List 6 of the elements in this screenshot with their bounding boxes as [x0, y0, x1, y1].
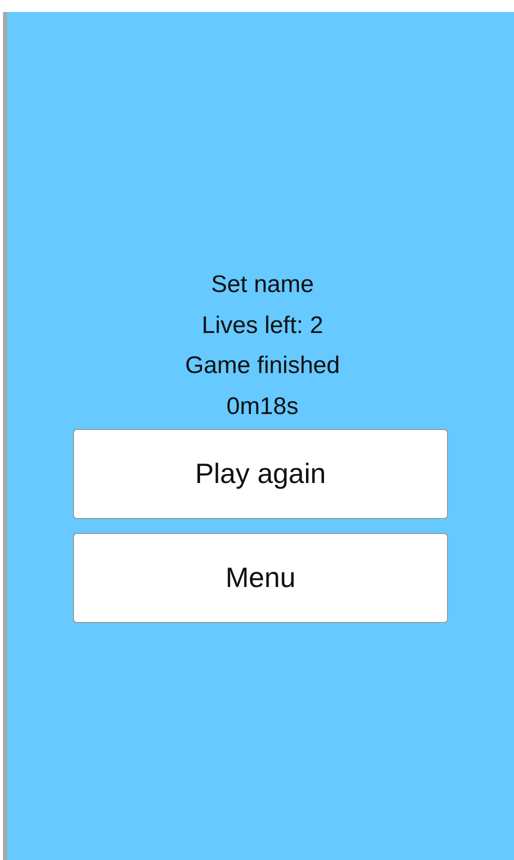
- menu-button[interactable]: Menu: [73, 533, 448, 623]
- info-text: Lives left: 2: [200, 310, 324, 340]
- info-text: 0m18s: [225, 392, 299, 422]
- play-again-button[interactable]: Play again: [73, 429, 448, 519]
- info-text: Game finished: [184, 351, 340, 381]
- info-text: Set name: [210, 270, 314, 300]
